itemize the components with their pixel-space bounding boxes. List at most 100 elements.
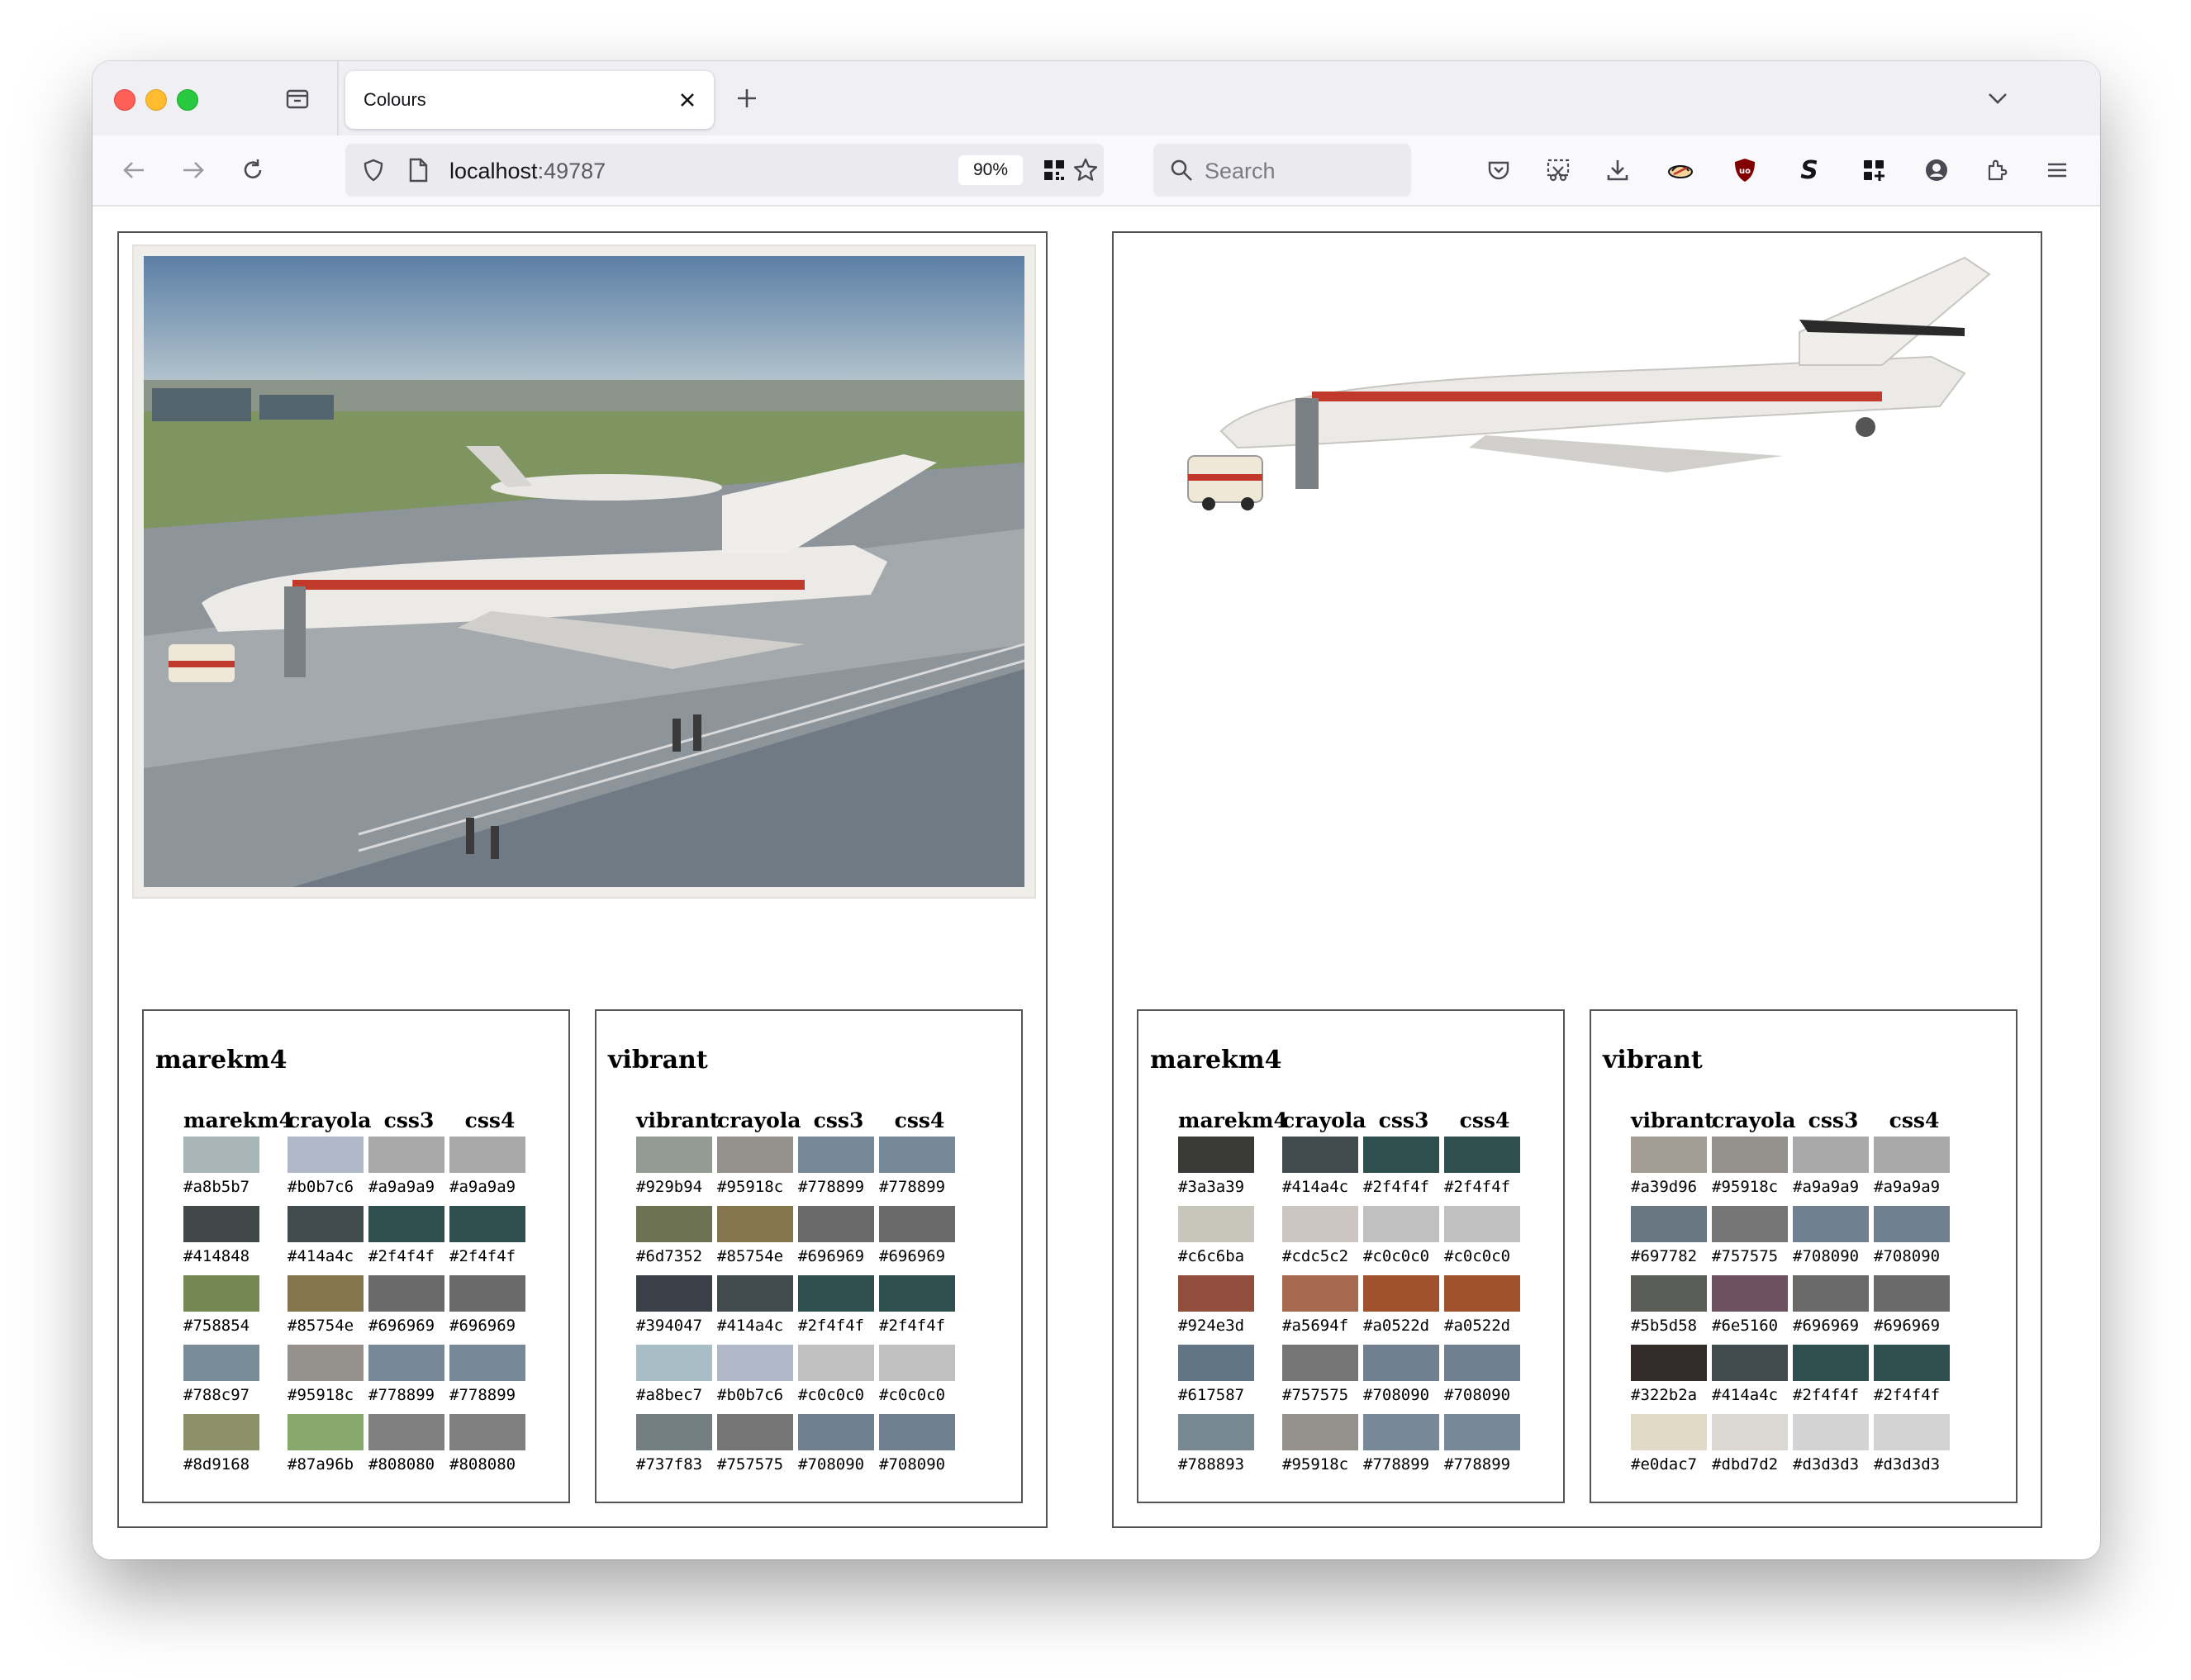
colour-cell: #95918c [288,1345,368,1414]
colour-cell: #85754e [717,1206,798,1275]
hex-label: #778899 [798,1178,865,1196]
hex-label: #708090 [1444,1386,1511,1404]
window-close-button[interactable] [114,89,135,111]
page-icon[interactable] [402,154,435,187]
search-input[interactable]: Search [1205,159,1276,184]
hex-label: #85754e [288,1317,354,1335]
colour-cell: #d3d3d3 [1793,1414,1874,1483]
colour-swatch [636,1206,712,1242]
ublock-icon[interactable]: uo [1727,152,1763,188]
colour-swatch [1793,1414,1869,1450]
column-header: css4 [1459,1108,1510,1132]
colour-cell: #697782 [1631,1206,1712,1275]
hamburger-menu-icon[interactable] [2039,152,2075,188]
url-text[interactable]: localhost:49787 [449,159,606,184]
back-icon[interactable] [116,152,152,188]
colour-swatch [1631,1345,1707,1381]
s-extension-icon[interactable]: S [1791,152,1827,188]
hex-label: #6e5160 [1712,1317,1779,1335]
hex-label: #95918c [288,1386,354,1404]
account-icon[interactable] [1918,152,1955,188]
bookmark-star-icon[interactable] [1069,154,1102,187]
hex-label: #a5694f [1282,1317,1349,1335]
url-host: localhost [449,159,538,183]
hex-label: #929b94 [636,1178,703,1196]
reload-icon[interactable] [235,152,271,188]
table-header-row: marekm4 crayola css3 css4 [1178,1108,1525,1137]
extension-icon[interactable] [1662,152,1699,188]
colour-cell: #a8bec7 [636,1345,717,1414]
colour-cell: #95918c [1712,1137,1793,1206]
hex-label: #788c97 [183,1386,250,1404]
colour-swatch [1282,1137,1358,1173]
hex-label: #95918c [1712,1178,1779,1196]
hex-label: #2f4f4f [879,1317,946,1335]
hex-label: #d3d3d3 [1793,1455,1860,1474]
colour-swatch [717,1137,793,1173]
new-tab-icon[interactable] [730,82,763,115]
zoom-level-badge[interactable]: 90% [958,155,1023,185]
search-bar[interactable]: Search [1153,144,1411,197]
extensions-puzzle-icon[interactable] [1980,152,2016,188]
colour-cell: #778899 [879,1137,960,1206]
grid-extension-icon[interactable] [1856,152,1892,188]
tab-list-chevron-icon[interactable] [1981,82,2014,115]
colour-swatch [1363,1206,1439,1242]
colour-swatch [449,1275,525,1312]
colour-swatch [1363,1345,1439,1381]
table-row: #929b94 #95918c #778899 #778899 [636,1137,960,1206]
hex-label: #dbd7d2 [1712,1455,1779,1474]
hex-label: #808080 [368,1455,435,1474]
qr-code-icon[interactable] [1038,154,1071,187]
hex-label: #788893 [1178,1455,1245,1474]
colour-swatch [1874,1345,1950,1381]
hex-label: #a8b5b7 [183,1178,250,1196]
tab-colours[interactable]: Colours [345,71,714,129]
url-bar[interactable]: localhost:49787 90% [345,144,1104,197]
airport-photo [144,256,1024,887]
column-header: css4 [1889,1108,1940,1132]
hex-label: #708090 [879,1455,946,1474]
colour-swatch [798,1206,874,1242]
colour-cell: #778899 [368,1345,449,1414]
colour-swatch [1363,1275,1439,1312]
colour-cell: #c0c0c0 [798,1345,879,1414]
colour-swatch [717,1345,793,1381]
screenshot-icon[interactable] [1540,152,1576,188]
colour-swatch [798,1414,874,1450]
colour-cell: #c0c0c0 [879,1345,960,1414]
colour-swatch [288,1414,364,1450]
colour-swatch [1874,1137,1950,1173]
colour-swatch [879,1345,955,1381]
hex-label: #3a3a39 [1178,1178,1245,1196]
hex-label: #708090 [1363,1386,1430,1404]
table-row: #617587 #757575 #708090 #708090 [1178,1345,1525,1414]
hex-label: #2f4f4f [1444,1178,1511,1196]
colour-cell: #a9a9a9 [449,1137,530,1206]
hex-label: #2f4f4f [1874,1386,1941,1404]
hex-label: #a9a9a9 [368,1178,435,1196]
page-content: marekm4 marekm4 crayola css3 css4 #a8b5b… [93,206,2100,1559]
tab-overview-icon[interactable] [281,82,314,115]
colour-cell: #c6c6ba [1178,1206,1282,1275]
table-row: #e0dac7 #dbd7d2 #d3d3d3 #d3d3d3 [1631,1414,1955,1483]
colour-cell: #a0522d [1363,1275,1444,1345]
hex-label: #322b2a [1631,1386,1698,1404]
shield-icon[interactable] [357,154,390,187]
window-minimize-button[interactable] [145,89,167,111]
hex-label: #2f4f4f [798,1317,865,1335]
table-row: #a39d96 #95918c #a9a9a9 #a9a9a9 [1631,1137,1955,1206]
plane-cutout-image [1187,256,1991,510]
colour-swatch [1631,1275,1707,1312]
window-zoom-button[interactable] [177,89,198,111]
column-header: css3 [813,1108,864,1132]
download-icon[interactable] [1599,152,1636,188]
forward-icon[interactable] [175,152,211,188]
colour-cell: #87a96b [288,1414,368,1483]
pocket-icon[interactable] [1480,152,1517,188]
column-header: crayola [288,1108,372,1132]
colour-cell: #2f4f4f [368,1206,449,1275]
colour-cell: #a9a9a9 [368,1137,449,1206]
colour-cell: #758854 [183,1275,288,1345]
close-icon[interactable] [673,85,702,115]
